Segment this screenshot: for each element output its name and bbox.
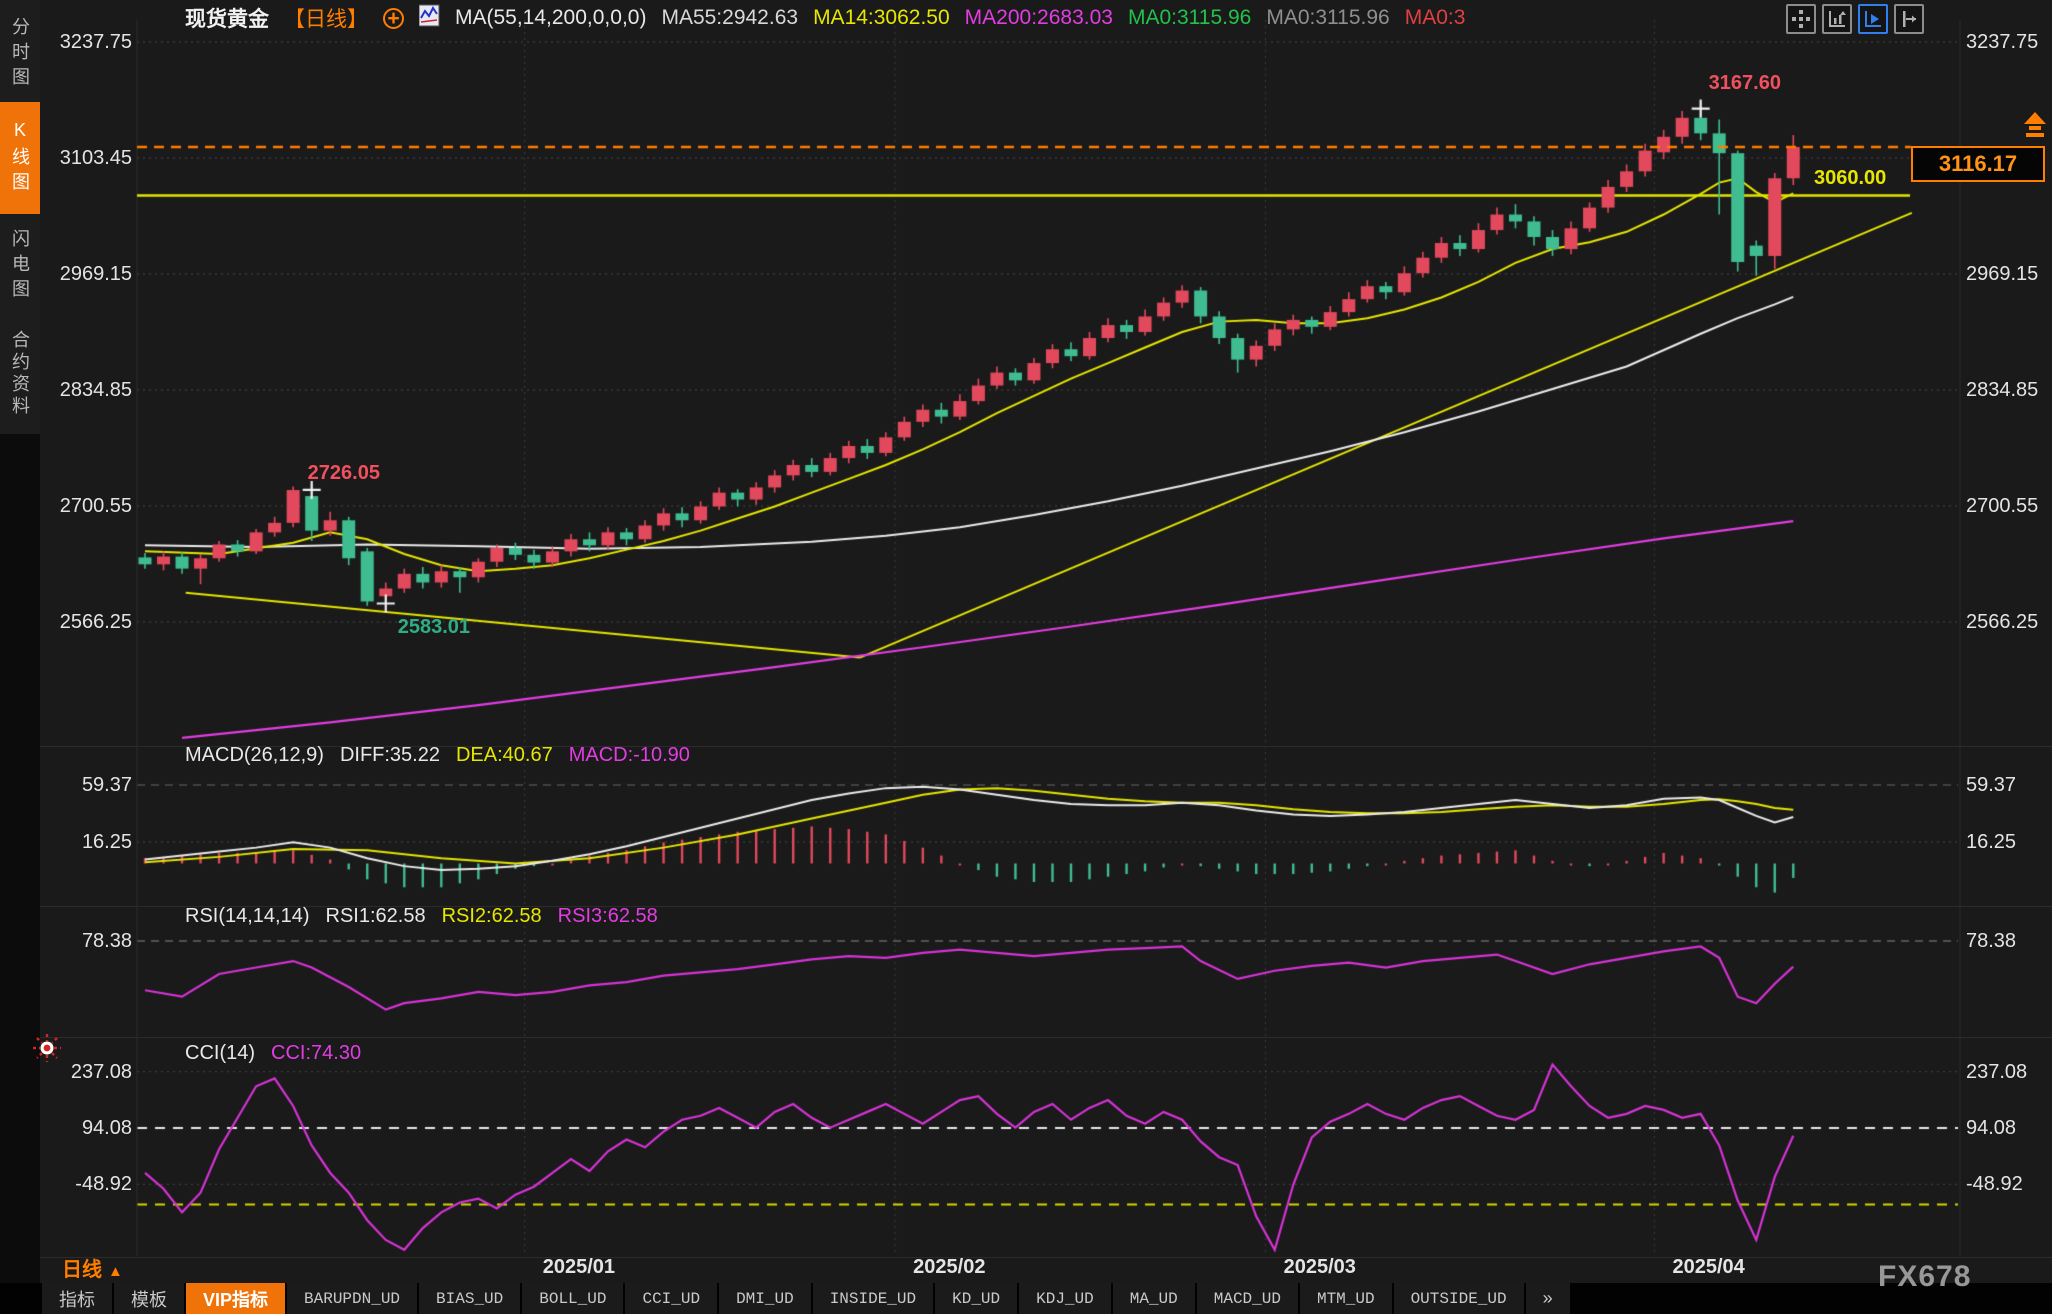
indicator-tab-3[interactable]: VIP指标 xyxy=(186,1283,285,1314)
indicator-tab-7[interactable]: CCI_UD xyxy=(625,1283,717,1314)
cci-value: CCI:74.30 xyxy=(271,1042,361,1064)
y-axis-label-right: 237.08 xyxy=(1966,1061,2052,1083)
horizontal-line-price-label: 3060.00 xyxy=(1814,167,1886,190)
indicator-tab-1[interactable]: 指标 xyxy=(42,1283,112,1314)
alert-icon[interactable] xyxy=(32,1033,62,1068)
symbol-name: 现货黄金 xyxy=(185,3,269,33)
indicator-tab-9[interactable]: INSIDE_UD xyxy=(813,1283,933,1314)
sidebar-tab-flash-chart[interactable]: 闪电图 xyxy=(0,218,40,314)
y-axis-label-left: 3103.45 xyxy=(38,147,132,169)
macd-diff-value: DIFF:35.22 xyxy=(340,744,440,766)
indicator-tab-12[interactable]: MA_UD xyxy=(1113,1283,1195,1314)
indicator-tab-10[interactable]: KD_UD xyxy=(935,1283,1017,1314)
period-tag: 【日线】 xyxy=(284,3,368,33)
y-axis-label-right: 78.38 xyxy=(1966,930,2052,952)
sidebar-tab-contract-info[interactable]: 合约资料 xyxy=(0,316,40,432)
y-axis-label-left: 2566.25 xyxy=(38,611,132,633)
y-axis-label-left: 2834.85 xyxy=(38,379,132,401)
price-marker-label: 3167.60 xyxy=(1709,72,1781,95)
y-axis-label-right: 16.25 xyxy=(1966,831,2052,853)
x-axis-label: 2025/02 xyxy=(913,1256,985,1279)
macd-pane-title: MACD(26,12,9) DIFF:35.22 DEA:40.67 MACD:-10… xyxy=(185,744,706,767)
y-axis-label-left: 78.38 xyxy=(38,930,132,952)
cci-pane-title: CCI(14) CCI:74.30 xyxy=(185,1042,377,1065)
cci-formula: CCI(14) xyxy=(185,1042,255,1064)
x-axis-label: 2025/01 xyxy=(543,1256,615,1279)
indicator-tab-14[interactable]: MTM_UD xyxy=(1300,1283,1392,1314)
rsi-formula: RSI(14,14,14) xyxy=(185,905,310,927)
macd-dea-value: DEA:40.67 xyxy=(456,744,553,766)
ma0-red-value: MA0:3 xyxy=(1405,6,1466,30)
y-axis-label-right: 59.37 xyxy=(1966,774,2052,796)
macd-formula: MACD(26,12,9) xyxy=(185,744,324,766)
indicator-tab-4[interactable]: BARUPDN_UD xyxy=(287,1283,417,1314)
add-indicator-icon[interactable]: + xyxy=(383,8,404,29)
pane-separator xyxy=(40,1257,2052,1258)
indicator-tab-16[interactable]: » xyxy=(1526,1283,1570,1314)
y-axis-label-right: 94.08 xyxy=(1966,1117,2052,1139)
indicator-tab-11[interactable]: KDJ_UD xyxy=(1019,1283,1111,1314)
dropdown-arrow-icon: ▲ xyxy=(108,1263,123,1280)
header-toolbar xyxy=(1786,4,1924,34)
price-marker-label: 2726.05 xyxy=(308,462,380,485)
axis-play-icon[interactable] xyxy=(1858,4,1888,34)
y-axis-label-right: 2969.15 xyxy=(1966,263,2052,285)
y-axis-label-left: -48.92 xyxy=(38,1173,132,1195)
mini-chart-icon[interactable] xyxy=(419,4,440,33)
ma55-value: MA55:2942.63 xyxy=(661,6,798,30)
indicator-tab-5[interactable]: BIAS_UD xyxy=(419,1283,520,1314)
indicator-tab-2[interactable]: 模板 xyxy=(114,1283,184,1314)
crosshair-grid-icon[interactable] xyxy=(1786,4,1816,34)
rsi3-value: RSI3:62.58 xyxy=(558,905,658,927)
y-axis-label-right: 2566.25 xyxy=(1966,611,2052,633)
ma0-green-value: MA0:3115.96 xyxy=(1128,6,1251,30)
sidebar-tab-kline-chart[interactable]: K线图 xyxy=(0,102,40,214)
y-axis-label-right: 3237.75 xyxy=(1966,31,2052,53)
left-sidebar: 分时图 K线图 闪电图 合约资料 xyxy=(0,0,40,1314)
pane-separator xyxy=(40,1037,2052,1038)
indicator-tab-13[interactable]: MACD_UD xyxy=(1197,1283,1298,1314)
chart-header: 现货黄金 【日线】 + MA(55,14,200,0,0,0) MA55:294… xyxy=(185,5,1480,31)
indicator-tab-8[interactable]: DMI_UD xyxy=(719,1283,811,1314)
indicator-tab-6[interactable]: BOLL_UD xyxy=(522,1283,623,1314)
watermark: FX678 xyxy=(1878,1260,1971,1294)
period-selector[interactable]: 日线▲ xyxy=(62,1253,123,1282)
rsi-pane-title: RSI(14,14,14) RSI1:62.58 RSI2:62.58 RSI3:62… xyxy=(185,905,674,928)
axis-scale-icon[interactable] xyxy=(1822,4,1852,34)
y-axis-label-right: 2700.55 xyxy=(1966,495,2052,517)
x-axis-label: 2025/03 xyxy=(1284,1256,1356,1279)
axis-shift-icon[interactable] xyxy=(1894,4,1924,34)
indicator-tab-15[interactable]: OUTSIDE_UD xyxy=(1394,1283,1524,1314)
y-axis-label-left: 2969.15 xyxy=(38,263,132,285)
chart-window: 分时图 K线图 闪电图 合约资料 现货黄金 【日线】 + MA(55,14,20… xyxy=(0,0,2052,1314)
ma-formula: MA(55,14,200,0,0,0) xyxy=(455,6,646,30)
chart-canvas[interactable] xyxy=(0,0,2052,1314)
last-price-box: 3116.17 xyxy=(1911,146,2045,182)
y-axis-label-left: 16.25 xyxy=(38,831,132,853)
ma0-gray-value: MA0:3115.96 xyxy=(1266,6,1389,30)
price-up-arrow-icon xyxy=(2022,108,2048,149)
rsi1-value: RSI1:62.58 xyxy=(326,905,426,927)
indicator-tab-bar: 指标模板VIP指标BARUPDN_UDBIAS_UDBOLL_UDCCI_UDD… xyxy=(0,1283,2052,1314)
macd-hist-value: MACD:-10.90 xyxy=(569,744,690,766)
y-axis-label-left: 3237.75 xyxy=(38,31,132,53)
y-axis-label-right: -48.92 xyxy=(1966,1173,2052,1195)
y-axis-label-left: 2700.55 xyxy=(38,495,132,517)
sidebar-tab-time-chart[interactable]: 分时图 xyxy=(0,6,40,102)
ma200-value: MA200:2683.03 xyxy=(965,6,1113,30)
y-axis-label-left: 59.37 xyxy=(38,774,132,796)
x-axis-label: 2025/04 xyxy=(1672,1256,1744,1279)
y-axis-label-left: 94.08 xyxy=(38,1117,132,1139)
y-axis-label-right: 2834.85 xyxy=(1966,379,2052,401)
price-marker-label: 2583.01 xyxy=(398,616,470,639)
rsi2-value: RSI2:62.58 xyxy=(442,905,542,927)
ma14-value: MA14:3062.50 xyxy=(813,6,950,30)
